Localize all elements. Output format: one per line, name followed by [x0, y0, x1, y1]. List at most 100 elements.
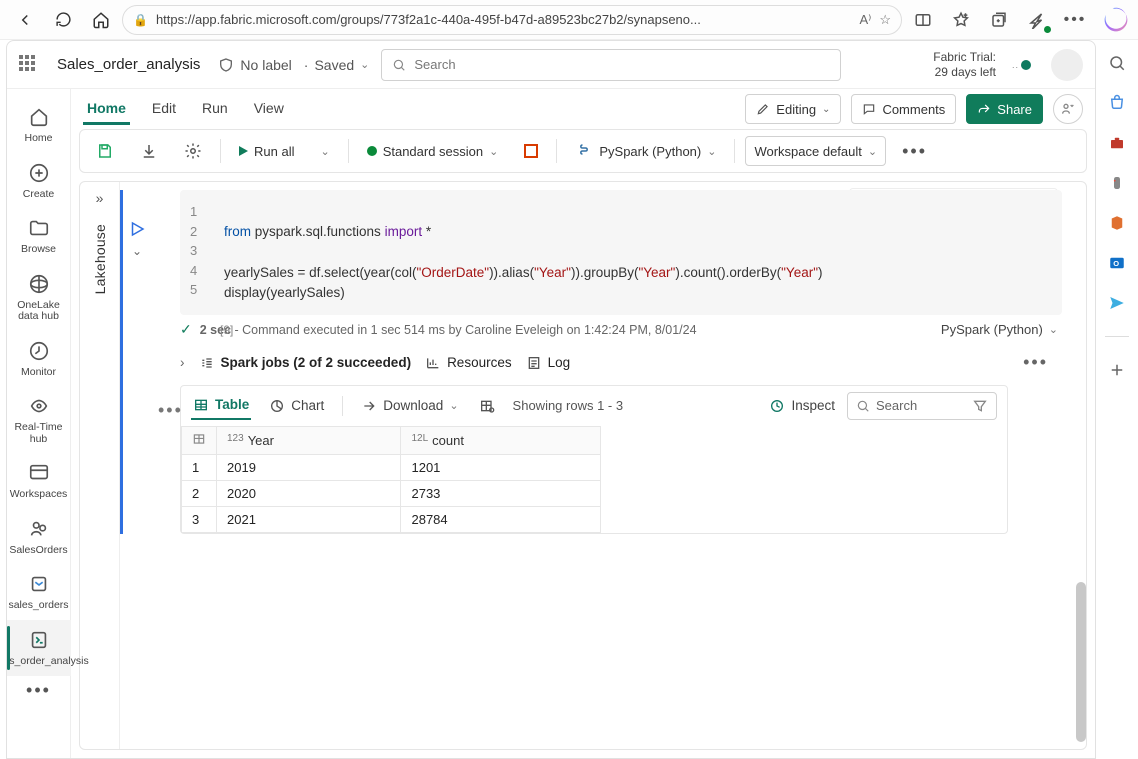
- notebook-canvas[interactable]: M↓ ••• ⌄ 12345fr: [120, 182, 1086, 749]
- output-table-tab[interactable]: Table: [191, 392, 251, 420]
- nav-notebook-item[interactable]: Sales_order_analysis: [7, 620, 71, 676]
- inspect-icon: [769, 398, 785, 414]
- performance-icon[interactable]: [1020, 5, 1054, 35]
- editing-mode-button[interactable]: Editing ⌄: [745, 94, 841, 124]
- monitor-icon: [27, 339, 51, 363]
- output-expand-icon[interactable]: •••: [158, 400, 183, 421]
- cell-language-tag[interactable]: PySpark (Python) ⌄: [941, 322, 1070, 337]
- expand-rail-icon[interactable]: »: [96, 190, 104, 206]
- col-name: Year: [248, 433, 274, 448]
- run-all-dropdown[interactable]: ⌄: [312, 136, 337, 166]
- column-header-year[interactable]: 123Year: [217, 427, 401, 455]
- browser-home-button[interactable]: [84, 5, 118, 35]
- notebook-name[interactable]: Sales_order_analysis: [51, 52, 206, 77]
- app-launcher-icon[interactable]: [19, 55, 39, 75]
- nav-workspaces[interactable]: Workspaces: [7, 453, 71, 509]
- account-avatar[interactable]: [1051, 49, 1083, 81]
- result-table: 123Year 12Lcount 120191201 220202733 320…: [181, 426, 601, 533]
- trial-indicator-icon[interactable]: ..: [1012, 60, 1031, 70]
- copilot-sidebar-button[interactable]: [1053, 94, 1083, 124]
- browser-back-button[interactable]: [8, 5, 42, 35]
- run-all-button[interactable]: Run all: [231, 136, 302, 166]
- collapse-cell-icon[interactable]: ⌄: [132, 244, 142, 258]
- tab-run[interactable]: Run: [198, 94, 232, 124]
- cell-active-bar: [120, 190, 123, 534]
- save-button[interactable]: [88, 136, 122, 166]
- nav-browse[interactable]: Browse: [7, 208, 71, 264]
- output-download-button[interactable]: Download ⌄: [359, 393, 460, 419]
- log-tab[interactable]: Log: [526, 355, 571, 371]
- plus-circle-icon: [27, 161, 51, 185]
- share-label: Share: [997, 102, 1032, 117]
- stop-icon: [524, 144, 538, 158]
- settings-button[interactable]: [176, 136, 210, 166]
- session-button[interactable]: Standard session ⌄: [359, 136, 507, 166]
- tab-home[interactable]: Home: [83, 94, 130, 125]
- output-more-icon[interactable]: •••: [1023, 352, 1060, 373]
- code-editor[interactable]: 12345from pyspark.sql.functions import *…: [180, 190, 1062, 315]
- shopping-pane-icon[interactable]: [1106, 92, 1128, 114]
- output-search-input[interactable]: Search: [847, 392, 997, 420]
- resources-tab[interactable]: Resources: [425, 355, 512, 371]
- divider: [556, 139, 557, 163]
- table-row[interactable]: 220202733: [182, 481, 601, 507]
- global-search-input[interactable]: Search: [381, 49, 841, 81]
- chevron-down-icon: ⌄: [1049, 323, 1058, 336]
- tools-pane-icon[interactable]: [1106, 132, 1128, 154]
- nav-create[interactable]: Create: [7, 153, 71, 209]
- table-row[interactable]: 3202128784: [182, 507, 601, 533]
- chevron-down-icon: ⌄: [449, 399, 458, 412]
- output-chart-label: Chart: [291, 398, 324, 413]
- lakehouse-rail-label[interactable]: Lakehouse: [92, 224, 108, 294]
- table-icon: [193, 397, 209, 413]
- chevron-down-icon[interactable]: ⌄: [360, 58, 369, 71]
- more-icon[interactable]: •••: [1058, 5, 1092, 35]
- nav-salesorders-ws[interactable]: SalesOrders: [7, 509, 71, 565]
- filter-icon[interactable]: [972, 398, 988, 414]
- stop-button[interactable]: [516, 136, 546, 166]
- m365-pane-icon[interactable]: [1106, 212, 1128, 234]
- tab-view[interactable]: View: [250, 94, 288, 124]
- nav-salesorders-lh[interactable]: sales_orders: [7, 564, 71, 620]
- favorite-icon[interactable]: ☆: [879, 12, 891, 28]
- scrollbar[interactable]: [1076, 582, 1086, 742]
- outlook-pane-icon[interactable]: O: [1106, 252, 1128, 274]
- nav-onelake[interactable]: OneLake data hub: [7, 264, 71, 331]
- nav-realtime[interactable]: Real-Time hub: [7, 386, 71, 453]
- add-pane-icon[interactable]: [1106, 359, 1128, 381]
- language-button[interactable]: PySpark (Python) ⌄: [567, 136, 724, 166]
- nav-home[interactable]: Home: [7, 97, 71, 153]
- nav-more[interactable]: •••: [26, 680, 51, 701]
- share-button[interactable]: Share: [966, 94, 1043, 124]
- output-table-label: Table: [215, 397, 249, 412]
- copilot-icon[interactable]: [1102, 6, 1130, 34]
- table-row[interactable]: 120191201: [182, 455, 601, 481]
- nav-monitor[interactable]: Monitor: [7, 331, 71, 387]
- game-pane-icon[interactable]: [1106, 172, 1128, 194]
- output-refresh-button[interactable]: [477, 393, 497, 419]
- output-search-placeholder: Search: [876, 398, 917, 413]
- download-button[interactable]: [132, 136, 166, 166]
- toolbar-more[interactable]: •••: [896, 141, 933, 162]
- chevron-down-icon: ⌄: [868, 145, 877, 158]
- read-aloud-icon[interactable]: A⁾: [859, 12, 871, 28]
- favorites-icon[interactable]: [944, 5, 978, 35]
- tab-edit[interactable]: Edit: [148, 94, 180, 124]
- split-screen-icon[interactable]: [906, 5, 940, 35]
- browser-refresh-button[interactable]: [46, 5, 80, 35]
- address-bar[interactable]: 🔒 https://app.fabric.microsoft.com/group…: [122, 5, 902, 35]
- run-cell-button[interactable]: [128, 220, 146, 238]
- output-chart-tab[interactable]: Chart: [267, 393, 326, 419]
- spark-jobs-tab[interactable]: Spark jobs (2 of 2 succeeded): [199, 355, 412, 371]
- save-status: ·Saved ⌄: [304, 57, 370, 73]
- sensitivity-label[interactable]: No label: [218, 57, 291, 73]
- column-header-count[interactable]: 12Lcount: [401, 427, 601, 455]
- collections-icon[interactable]: [982, 5, 1016, 35]
- inspect-button[interactable]: Inspect: [767, 393, 837, 419]
- expand-jobs-icon[interactable]: ›: [180, 355, 185, 370]
- send-pane-icon[interactable]: [1106, 292, 1128, 314]
- search-pane-icon[interactable]: [1106, 52, 1128, 74]
- environment-button[interactable]: Workspace default ⌄: [745, 136, 886, 166]
- comments-button[interactable]: Comments: [851, 94, 956, 124]
- row-index-header[interactable]: [182, 427, 217, 455]
